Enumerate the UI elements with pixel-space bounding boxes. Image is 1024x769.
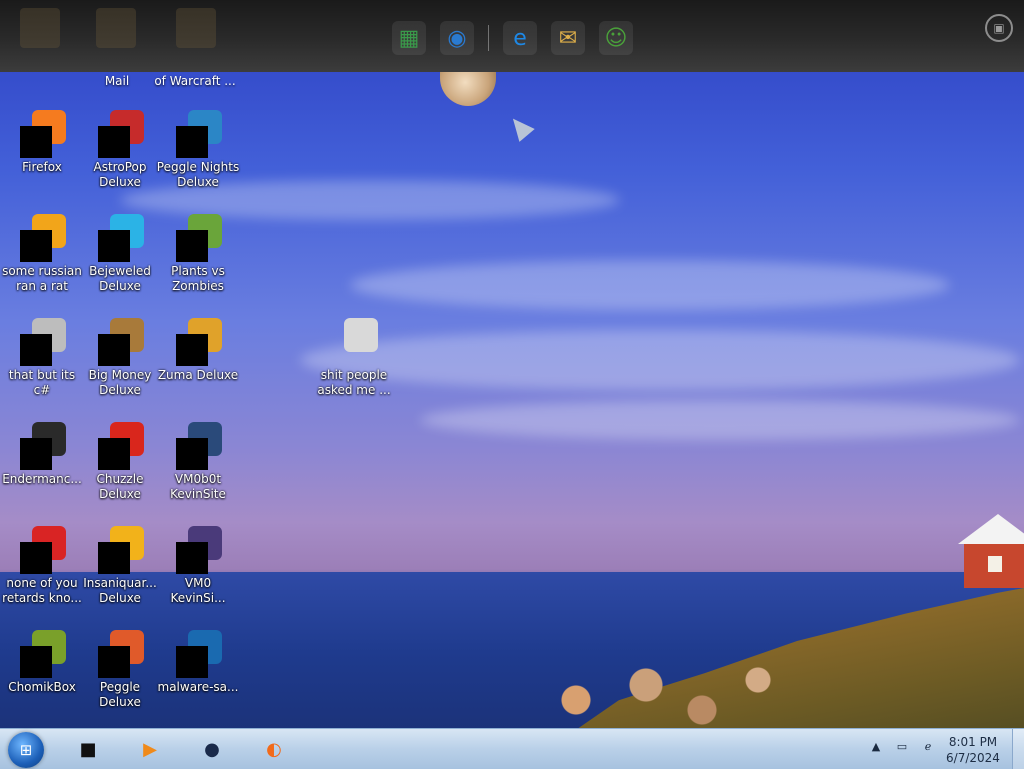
peggle-nights-icon [174, 110, 222, 158]
taskbar-app-black-box-icon[interactable]: ■ [72, 733, 104, 765]
desktop-icon-label: none of you retards kno... [2, 576, 82, 605]
chuzzle-icon [96, 422, 144, 470]
desktop-icon-chuzzle[interactable]: Chuzzle Deluxe [78, 422, 162, 502]
desktop-icon-label: Peggle Nights Deluxe [156, 160, 240, 189]
cloud [420, 400, 1020, 440]
money-bag-icon [96, 318, 144, 366]
clock-time: 8:01 PM [948, 735, 998, 749]
desktop-icon-chomikbox[interactable]: ChomikBox [0, 630, 84, 695]
dock: ▦ ◉ e ✉ ☺ [392, 18, 633, 58]
faded-desktop-icon[interactable] [176, 8, 216, 48]
desktop-icon-label: that but its c# [8, 368, 76, 397]
dock-separator [488, 25, 489, 51]
firefox-icon [18, 110, 66, 158]
desktop-icon-csharp[interactable]: that but its c# [0, 318, 84, 398]
desktop-icon-firefox[interactable]: Firefox [0, 110, 84, 175]
monitor-icon [174, 422, 222, 470]
desktop-icon-insaniquarium[interactable]: Insaniquar... Deluxe [78, 526, 162, 606]
desktop-icon-label: VM0b0t KevinSite [170, 472, 226, 501]
desktop-icon-astropop[interactable]: AstroPop Deluxe [78, 110, 162, 190]
cloud [300, 330, 1020, 390]
network-icon[interactable]: ▭ [894, 739, 910, 753]
mail-icon[interactable]: ✉ [551, 21, 585, 55]
desktop-icon-pvz[interactable]: Plants vs Zombies [156, 214, 240, 294]
messenger-icon[interactable]: ☺ [599, 21, 633, 55]
folder-icon [330, 318, 378, 366]
desktop-icon-vm0b0t[interactable]: VM0b0t KevinSite [156, 422, 240, 502]
desktop-icon-none-of-you[interactable]: none of you retards kno... [0, 526, 84, 606]
taskbar-app-firefox-icon[interactable]: ◐ [258, 733, 290, 765]
chomikbox-icon [18, 630, 66, 678]
zuma-icon [174, 318, 222, 366]
clock-date: 6/7/2024 [946, 751, 1000, 765]
desktop-icon-label: Insaniquar... Deluxe [83, 576, 157, 605]
faded-desktop-icon[interactable] [20, 8, 60, 48]
globe-download-icon[interactable]: ◉ [440, 21, 474, 55]
taskbar-app-media-player-icon[interactable]: ▶ [134, 733, 166, 765]
book-icon [174, 526, 222, 574]
desktop-icon-vm0[interactable]: VM0 KevinSi... [156, 526, 240, 606]
document-icon [18, 214, 66, 262]
desktop-icon-bigmoney[interactable]: Big Money Deluxe [78, 318, 162, 398]
start-button[interactable]: ⊞ [8, 732, 44, 768]
taskbar-app-dark-globe-icon[interactable]: ● [196, 733, 228, 765]
desktop-icon-zuma[interactable]: Zuma Deluxe [156, 318, 240, 383]
fish-icon [96, 526, 144, 574]
clock[interactable]: 8:01 PM 6/7/2024 [940, 734, 1006, 766]
briefcase-icon[interactable]: ▣ [985, 14, 1013, 42]
desktop-icon-peggle[interactable]: Peggle Deluxe [78, 630, 162, 710]
peggle-icon [96, 630, 144, 678]
desktop-icon-label: Big Money Deluxe [88, 368, 152, 397]
show-desktop-button[interactable] [1012, 729, 1024, 769]
desktop-icon-label: shit people asked me ... [317, 368, 391, 397]
desktop-icon-label: AstroPop Deluxe [93, 160, 147, 189]
desktop-icon-label: Bejeweled Deluxe [89, 264, 151, 293]
desktop-icon-label[interactable]: Mail [72, 74, 162, 88]
desktop-icon-label: Plants vs Zombies [171, 264, 225, 293]
desktop-icon-label: some russian ran a rat [2, 264, 82, 293]
desktop-icon-label: Zuma Deluxe [157, 368, 239, 382]
astropop-icon [96, 110, 144, 158]
app-window-icon [18, 422, 66, 470]
desktop-icon-peggle-nights[interactable]: Peggle Nights Deluxe [156, 110, 240, 190]
desktop-icon-label[interactable]: of Warcraft ... [150, 74, 240, 88]
desktop-icon-malware[interactable]: malware-sa... [156, 630, 240, 695]
internet-explorer-icon[interactable]: e [503, 21, 537, 55]
desktop-icon-label: malware-sa... [157, 680, 239, 694]
phone-icon [174, 630, 222, 678]
desktop-icon-shit-people[interactable]: shit people asked me ... [312, 318, 396, 398]
desktop-icon-label: VM0 KevinSi... [170, 576, 226, 605]
internet-explorer-icon[interactable]: ℯ [920, 739, 936, 753]
bejeweled-icon [96, 214, 144, 262]
desktop-icon-russian-rat[interactable]: some russian ran a rat [0, 214, 84, 294]
top-dock-bar: ▦ ◉ e ✉ ☺ ▣ [0, 0, 1024, 72]
plants-vs-zombies-icon [174, 214, 222, 262]
desktop-icon-bejeweled[interactable]: Bejeweled Deluxe [78, 214, 162, 294]
desktop-icon-label: Peggle Deluxe [99, 680, 141, 709]
lighthouse-house [958, 514, 1024, 590]
rocks [520, 640, 800, 740]
opera-icon [18, 526, 66, 574]
desktop-icon-label: Chuzzle Deluxe [96, 472, 144, 501]
desktop-icon-enderman[interactable]: Endermanc... [0, 422, 84, 487]
desktop-icon-label: ChomikBox [8, 680, 76, 694]
cloud [350, 260, 950, 310]
spreadsheet-cube-icon[interactable]: ▦ [392, 21, 426, 55]
desktop-icon-label: Endermanc... [2, 472, 82, 486]
tray-expand-icon[interactable]: ▲ [868, 739, 884, 753]
stacked-windows-icon [18, 318, 66, 366]
desktop-icon-label: Firefox [22, 160, 62, 174]
faded-desktop-icon[interactable] [96, 8, 136, 48]
taskbar: ⊞ ■ ▶ ● ◐ ▲ ▭ ℯ 8:01 PM 6/7/2024 [0, 728, 1024, 769]
system-tray: ▲ ▭ ℯ [868, 739, 936, 753]
